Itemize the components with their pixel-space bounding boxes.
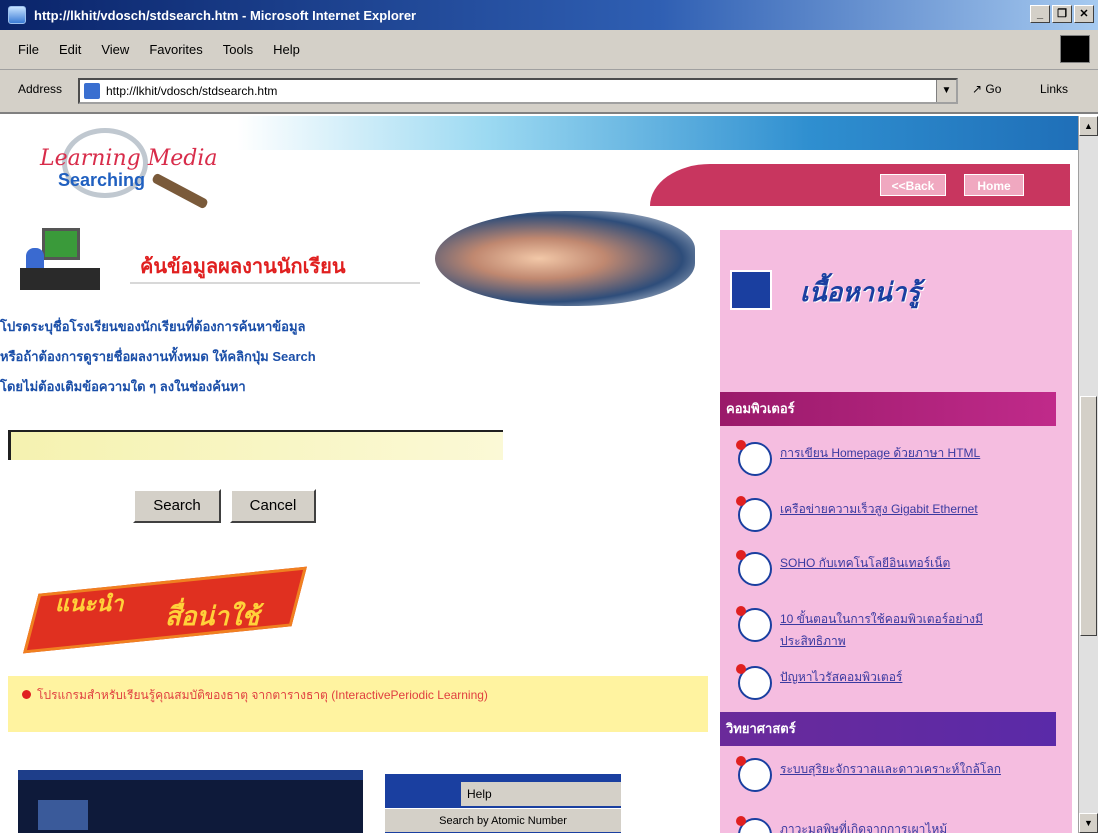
close-button[interactable]: ✕ [1074,5,1094,23]
scroll-up-icon[interactable]: ▲ [1079,116,1098,136]
menu-help[interactable]: Help [273,42,300,57]
sidebar-item[interactable]: ระบบสุริยะจักรวาลและดาวเคราะห์ใกล้โลก [736,756,1058,792]
help-menu: Help [461,782,621,806]
sidebar-item[interactable]: การเขียน Homepage ด้วยภาษา HTML [736,440,1058,476]
sidebar-item-link[interactable]: ภาวะมลพิษที่เกิดจากการเผาไหม้ [780,818,947,833]
minimize-button[interactable]: _ [1030,5,1050,23]
back-button[interactable]: <<Back [880,174,946,196]
window-title: http://lkhit/vdosch/stdsearch.htm - Micr… [34,7,417,23]
sidebar-header: เนื้อหาน่ารู้ [730,266,1070,316]
cd-icon [736,756,772,792]
menu-favorites[interactable]: Favorites [149,42,202,57]
maximize-button[interactable]: ❐ [1052,5,1072,23]
app-screenshot-thumbnail [18,770,363,833]
recommended-app-item[interactable]: โปรแกรมสำหรับเรียนรู้คุณสมบัติของธาตุ จา… [8,676,708,732]
instructions: โปรดระบุชื่อโรงเรียนของนักเรียนที่ต้องกา… [0,312,460,402]
desk-shape [20,268,100,290]
vertical-scrollbar[interactable]: ▲ ▼ [1078,116,1098,833]
sidebar-item[interactable]: ปัญหาไวรัสคอมพิวเตอร์ [736,664,1058,700]
windows-logo-icon [1060,35,1090,63]
address-bar: Address http://lkhit/vdosch/stdsearch.ht… [0,70,1098,114]
thumbnail-window [38,800,88,830]
logo-text-searching: Searching [58,170,146,190]
cd-icon [736,606,772,642]
scroll-thumb[interactable] [1080,396,1097,636]
instruction-line: โดยไม่ต้องเติมข้อความใด ๆ ลงในช่องค้นหา [0,379,246,394]
home-button[interactable]: Home [964,174,1024,196]
cancel-button[interactable]: Cancel [230,489,316,523]
sidebar-item[interactable]: SOHO กับเทคโนโลยีอินเทอร์เน็ต [736,550,1058,586]
instruction-line: หรือถ้าต้องการดูรายชื่อผลงานทั้งหมด ให้ค… [0,349,316,364]
monitor-shape [42,228,80,260]
banner-text-2: สื่อน่าใช้ [165,601,260,631]
title-bar: http://lkhit/vdosch/stdsearch.htm - Micr… [0,0,1098,30]
address-input[interactable]: http://lkhit/vdosch/stdsearch.htm ▼ [78,78,958,104]
sidebar-item-link[interactable]: เครือข่ายความเร็วสูง Gigabit Ethernet [780,498,978,520]
category-computer: คอมพิวเตอร์ [720,392,1056,426]
search-input[interactable] [8,430,503,460]
cd-icon [736,550,772,586]
logo-text-learning: Learning Media [40,146,218,171]
sidebar-item[interactable]: ภาวะมลพิษที่เกิดจากการเผาไหม้ [736,816,1058,833]
menu-view[interactable]: View [101,42,129,57]
magnifier-handle [151,172,209,210]
page-content: Learning Media Searching <<Back Home ค้น… [0,116,1078,833]
menu-tools[interactable]: Tools [223,42,253,57]
sidebar-item-link[interactable]: 10 ขั้นตอนในการใช้คอมพิวเตอร์อย่างมีประส… [780,608,1020,652]
computer-user-illustration [20,228,100,298]
sidebar-item[interactable]: เครือข่ายความเร็วสูง Gigabit Ethernet [736,496,1058,532]
search-button[interactable]: Search [133,489,221,523]
thumbnail-titlebar [18,770,363,780]
menu-edit[interactable]: Edit [59,42,81,57]
title-underline [130,282,420,284]
cd-icon [736,440,772,476]
sidebar: เนื้อหาน่ารู้ คอมพิวเตอร์ การเขียน Homep… [720,230,1072,833]
sidebar-item-link[interactable]: ระบบสุริยะจักรวาลและดาวเคราะห์ใกล้โลก [780,758,1040,780]
page-icon [84,83,100,99]
go-button[interactable]: ↗ Go [972,82,1001,96]
cd-icon [736,664,772,700]
address-label: Address [18,82,63,96]
menu-file[interactable]: File [18,42,39,57]
window-controls: _ ❐ ✕ [1030,5,1094,23]
nav-band: <<Back Home [650,164,1070,206]
sidebar-item-link[interactable]: SOHO กับเทคโนโลยีอินเทอร์เน็ต [780,552,950,574]
search-by-atomic-number: Search by Atomic Number [385,808,621,832]
students-photo [435,211,695,306]
app-help-panel: Help Search by Atomic Number [385,774,621,833]
bullet-icon [22,690,31,699]
learning-media-logo: Learning Media Searching [40,128,240,210]
address-url[interactable]: http://lkhit/vdosch/stdsearch.htm [106,84,277,98]
cd-icon [736,496,772,532]
recommended-media-banner: แนะนำ สื่อน่าใช้ [15,556,315,656]
book-icon [730,270,772,310]
instruction-line: โปรดระบุชื่อโรงเรียนของนักเรียนที่ต้องกา… [0,319,306,334]
sidebar-item[interactable]: 10 ขั้นตอนในการใช้คอมพิวเตอร์อย่างมีประส… [736,606,1038,652]
sidebar-item-link[interactable]: ปัญหาไวรัสคอมพิวเตอร์ [780,666,902,688]
category-science: วิทยาศาสตร์ [720,712,1056,746]
recommended-app-link[interactable]: โปรแกรมสำหรับเรียนรู้คุณสมบัติของธาตุ จา… [37,688,488,702]
banner-text-1: แนะนำ [55,591,124,616]
cd-icon [736,816,772,833]
scroll-down-icon[interactable]: ▼ [1079,813,1098,833]
chevron-down-icon[interactable]: ▼ [936,80,956,102]
links-button[interactable]: Links [1040,82,1068,96]
sidebar-item-link[interactable]: การเขียน Homepage ด้วยภาษา HTML [780,442,980,464]
ie-icon [8,6,26,24]
menu-bar: File Edit View Favorites Tools Help [0,30,1098,70]
go-label: Go [985,82,1002,96]
page-title: ค้นข้อมูลผลงานนักเรียน [140,256,346,278]
sidebar-title: เนื้อหาน่ารู้ [800,277,921,307]
